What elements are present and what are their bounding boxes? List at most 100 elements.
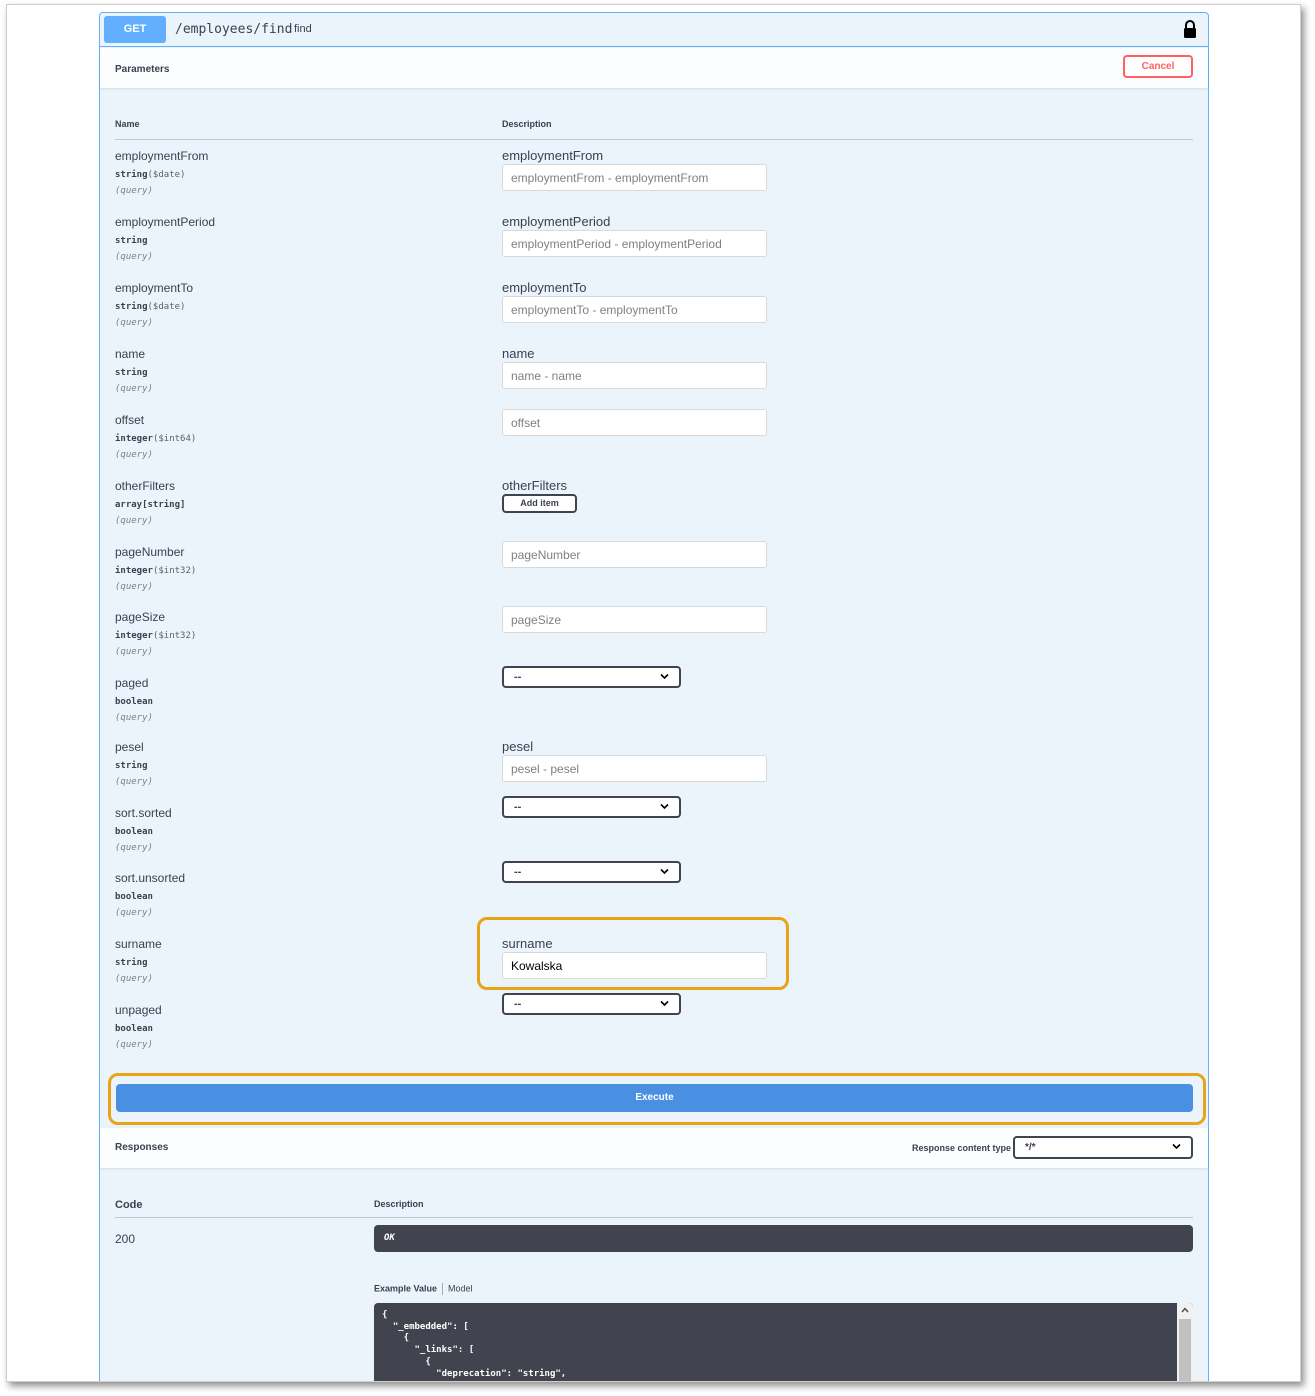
select-value: --	[514, 866, 522, 878]
param-type: integer($int64)	[115, 434, 196, 444]
col-header-code: Code	[115, 1199, 143, 1211]
response-code: 200	[115, 1232, 136, 1246]
param-type-name: string	[115, 170, 148, 180]
param-type: string	[115, 761, 148, 771]
param-name: sort.sorted	[115, 806, 172, 820]
param-input-employmentPeriod[interactable]	[502, 230, 767, 257]
param-name: offset	[115, 413, 145, 427]
surname-highlight	[477, 917, 789, 990]
param-location: (query)	[115, 252, 153, 262]
param-location: (query)	[115, 516, 153, 526]
param-select-sort-sorted[interactable]: --	[502, 796, 681, 818]
code-scrollbar[interactable]	[1177, 1303, 1193, 1381]
param-location: (query)	[115, 713, 153, 723]
param-location: (query)	[115, 974, 153, 984]
param-type: string	[115, 368, 148, 378]
param-select-sort-unsorted[interactable]: --	[502, 861, 681, 883]
param-location: (query)	[115, 318, 153, 328]
response-description: OK	[374, 1225, 1193, 1252]
operation-path: /employees/find	[175, 22, 293, 37]
param-input-offset[interactable]	[502, 409, 767, 436]
example-code-block[interactable]: { "_embedded": [ { "_links": [ { "deprec…	[374, 1303, 1193, 1381]
param-name: paged	[115, 676, 149, 690]
tab-model[interactable]: Model	[448, 1283, 473, 1293]
example-tabs: Example Value Model	[374, 1283, 473, 1295]
param-location: (query)	[115, 908, 153, 918]
param-name: sort.unsorted	[115, 871, 186, 885]
param-type-name: string	[115, 958, 148, 968]
chevron-down-icon	[660, 673, 669, 680]
param-type-name: string	[115, 236, 148, 246]
responses-divider	[115, 1217, 1193, 1218]
response-content-type-label: Response content type	[912, 1143, 1012, 1153]
parameters-header: Parameters Cancel	[100, 48, 1208, 88]
param-type-name: boolean	[115, 827, 153, 837]
param-type: boolean	[115, 697, 153, 707]
param-name: employmentPeriod	[115, 215, 216, 229]
chevron-down-icon	[1172, 1143, 1181, 1150]
param-type-name: integer	[115, 631, 153, 641]
cancel-button[interactable]: Cancel	[1123, 55, 1193, 78]
param-type: integer($int32)	[115, 566, 196, 576]
param-input-pageSize[interactable]	[502, 606, 767, 633]
param-input-employmentFrom[interactable]	[502, 164, 767, 191]
param-location: (query)	[115, 450, 153, 460]
param-location: (query)	[115, 777, 153, 787]
param-format: ($int32)	[152, 631, 197, 641]
param-type-name: integer	[115, 434, 153, 444]
param-name: employmentTo	[115, 281, 194, 295]
param-input-name[interactable]	[502, 362, 767, 389]
param-type-name: boolean	[115, 892, 153, 902]
param-location: (query)	[115, 1040, 153, 1050]
param-input-pesel[interactable]	[502, 755, 767, 782]
select-value: --	[514, 671, 522, 683]
lock-icon[interactable]	[1183, 20, 1197, 38]
param-format: ($date)	[147, 170, 186, 180]
param-label: name	[502, 346, 535, 361]
param-input-employmentTo[interactable]	[502, 296, 767, 323]
param-type-name: boolean	[115, 1024, 153, 1034]
operation-summary[interactable]: GET /employees/find find	[100, 13, 1208, 47]
header-divider	[115, 139, 1193, 140]
param-type: boolean	[115, 892, 153, 902]
param-type: string($date)	[115, 302, 185, 312]
operation-block: GET /employees/find find Parameters Canc…	[99, 12, 1209, 1381]
response-content-type-select[interactable]: */*	[1013, 1136, 1193, 1159]
col-header-description: Description	[502, 119, 552, 129]
scroll-up-arrow-icon[interactable]	[1181, 1307, 1189, 1313]
param-type: boolean	[115, 1024, 153, 1034]
param-name: name	[115, 347, 146, 361]
param-name: pageNumber	[115, 545, 185, 559]
operation-description: find	[294, 23, 312, 35]
select-value: --	[514, 998, 522, 1010]
param-select-paged[interactable]: --	[502, 666, 681, 688]
execute-highlight	[108, 1073, 1206, 1125]
param-type-name: string	[115, 368, 148, 378]
browser-frame: GET /employees/find find Parameters Canc…	[6, 4, 1301, 1382]
param-format: ($int64)	[152, 434, 197, 444]
response-content-type-value: */*	[1025, 1142, 1036, 1153]
method-badge: GET	[104, 16, 166, 43]
tab-example-value[interactable]: Example Value	[374, 1283, 437, 1293]
param-location: (query)	[115, 186, 153, 196]
param-type: array[string]	[115, 500, 185, 510]
responses-title: Responses	[115, 1142, 169, 1153]
param-name: otherFilters	[115, 479, 176, 493]
responses-header: Responses Response content type */*	[100, 1128, 1208, 1168]
param-type: string($date)	[115, 170, 185, 180]
parameters-title: Parameters	[115, 64, 170, 75]
param-format: ($date)	[147, 302, 186, 312]
add-item-button[interactable]: Add item	[502, 494, 577, 513]
example-json: { "_embedded": [ { "_links": [ { "deprec…	[382, 1310, 567, 1379]
param-select-unpaged[interactable]: --	[502, 993, 681, 1015]
param-input-pageNumber[interactable]	[502, 541, 767, 568]
param-type: string	[115, 236, 148, 246]
param-location: (query)	[115, 647, 153, 657]
chevron-down-icon	[660, 803, 669, 810]
param-location: (query)	[115, 582, 153, 592]
param-name: employmentFrom	[115, 149, 209, 163]
tab-separator	[442, 1283, 444, 1295]
chevron-down-icon	[660, 868, 669, 875]
param-type: boolean	[115, 827, 153, 837]
scrollbar-thumb[interactable]	[1179, 1319, 1191, 1381]
